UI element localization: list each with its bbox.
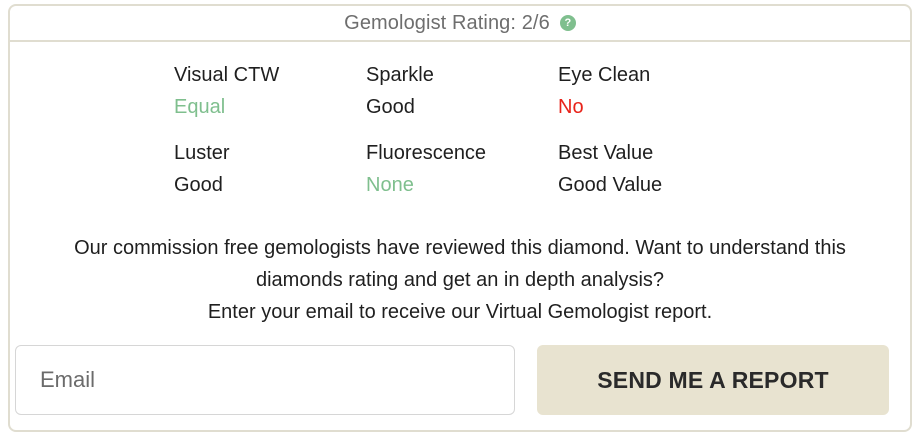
- rating-item-best-value: Best Value Good Value: [558, 140, 714, 218]
- rating-label: Visual CTW: [174, 64, 280, 86]
- rating-label: Luster: [174, 142, 230, 164]
- card-header: Gemologist Rating: 2/6 ?: [10, 6, 910, 42]
- send-report-button[interactable]: SEND ME A REPORT: [537, 345, 889, 415]
- rating-label: Fluorescence: [366, 142, 487, 164]
- rating-label: Eye Clean: [558, 64, 651, 86]
- rating-value: Equal: [174, 96, 226, 118]
- description-line: diamonds rating and get an in depth anal…: [255, 269, 665, 291]
- rating-value: Good: [366, 96, 415, 118]
- rating-label: Sparkle: [366, 64, 434, 86]
- rating-value: Good Value: [558, 174, 663, 196]
- description-line: Enter your email to receive our Virtual …: [207, 301, 713, 323]
- report-description: Our commission free gemologists have rev…: [10, 232, 910, 328]
- rating-item-visual-ctw: Visual CTW Equal: [174, 62, 366, 140]
- rating-item-luster: Luster Good: [174, 140, 366, 218]
- rating-value: None: [366, 174, 414, 196]
- rating-value: No: [558, 96, 584, 118]
- rating-value: Good: [174, 174, 223, 196]
- email-input[interactable]: [15, 345, 515, 415]
- description-line: Our commission free gemologists have rev…: [74, 237, 846, 259]
- rating-item-sparkle: Sparkle Good: [366, 62, 558, 140]
- rating-item-fluorescence: Fluorescence None: [366, 140, 558, 218]
- rating-label: Best Value: [558, 142, 654, 164]
- ratings-grid: Visual CTW Equal Sparkle Good Eye Clean …: [174, 62, 714, 218]
- rating-item-eye-clean: Eye Clean No: [558, 62, 714, 140]
- rating-title: Gemologist Rating: 2/6: [344, 11, 550, 34]
- question-mark-icon[interactable]: ?: [559, 15, 576, 31]
